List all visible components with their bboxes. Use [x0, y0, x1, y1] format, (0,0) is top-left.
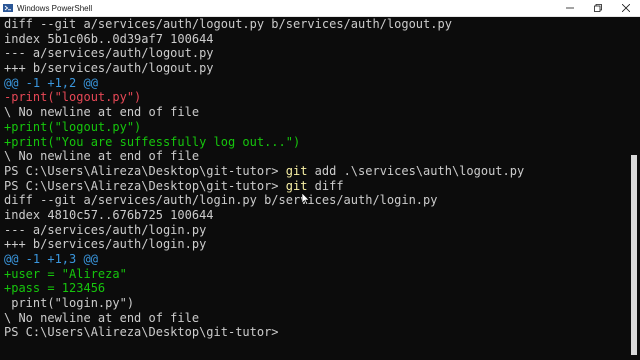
powershell-icon: [3, 3, 13, 13]
minimize-button[interactable]: [556, 0, 584, 16]
terminal-text: +print("You are suffessfully log out..."…: [4, 134, 301, 149]
close-button[interactable]: [612, 0, 640, 16]
terminal-line: +++ b/services/auth/logout.py: [4, 61, 628, 76]
terminal-text: diff --git a/services/auth/logout.py b/s…: [4, 17, 452, 31]
terminal-text: diff: [307, 178, 344, 193]
minimize-icon: [566, 7, 574, 9]
terminal-line: PS C:\Users\Alireza\Desktop\git-tutor> g…: [4, 179, 628, 194]
terminal-line: --- a/services/auth/logout.py: [4, 46, 628, 61]
terminal-text: +++ b/services/auth/logout.py: [4, 61, 214, 76]
terminal-text: git: [285, 178, 308, 193]
terminal-line: +++ b/services/auth/login.py: [4, 237, 628, 252]
close-icon: [622, 4, 630, 12]
terminal-text: print("login.py"): [4, 296, 135, 311]
terminal-text: add .\services\auth\logout.py: [307, 163, 525, 178]
terminal-line: +pass = 123456: [4, 281, 628, 296]
terminal-text: +++ b/services/auth/login.py: [4, 237, 207, 252]
terminal-line: -print("logout.py"): [4, 90, 628, 105]
powershell-window: Windows PowerShell diff --git a/services…: [0, 0, 640, 360]
terminal-line: diff --git a/services/auth/login.py b/se…: [4, 193, 628, 208]
terminal-text: \ No newline at end of file: [4, 105, 200, 120]
terminal-text: +pass = 123456: [4, 281, 106, 296]
terminal-text: diff --git a/services/auth/login.py b/se…: [4, 193, 438, 208]
terminal-line: \ No newline at end of file: [4, 149, 628, 164]
window-controls: [556, 0, 640, 16]
terminal-line: \ No newline at end of file: [4, 105, 628, 120]
window-title: Windows PowerShell: [17, 3, 93, 13]
terminal-line: +user = "Alireza": [4, 267, 628, 282]
terminal-text: +user = "Alireza": [4, 266, 127, 281]
terminal-line: \ No newline at end of file: [4, 311, 628, 326]
terminal-output[interactable]: diff --git a/services/auth/logout.py b/s…: [0, 17, 628, 360]
terminal-line: --- a/services/auth/login.py: [4, 223, 628, 238]
terminal-text: PS C:\Users\Alireza\Desktop\git-tutor>: [4, 325, 279, 340]
restore-icon: [594, 4, 602, 12]
terminal-text: \ No newline at end of file: [4, 310, 200, 325]
terminal-text: @@ -1 +1,2 @@: [4, 75, 98, 90]
title-bar[interactable]: Windows PowerShell: [0, 0, 640, 17]
terminal-line: PS C:\Users\Alireza\Desktop\git-tutor>: [4, 325, 628, 340]
terminal-line: index 4810c57..676b725 100644: [4, 208, 628, 223]
mouse-pointer-icon: [302, 193, 310, 205]
terminal-line: @@ -1 +1,3 @@: [4, 252, 628, 267]
terminal-line: index 5b1c06b..0d39af7 100644: [4, 32, 628, 47]
terminal-text: @@ -1 +1,3 @@: [4, 252, 98, 266]
terminal-text: --- a/services/auth/login.py: [4, 222, 207, 237]
maximize-button[interactable]: [584, 0, 612, 16]
terminal-line: print("login.py"): [4, 296, 628, 311]
terminal-line: diff --git a/services/auth/logout.py b/s…: [4, 17, 628, 32]
terminal-line: PS C:\Users\Alireza\Desktop\git-tutor> g…: [4, 164, 628, 179]
terminal-text: --- a/services/auth/logout.py: [4, 46, 214, 61]
terminal-text: PS C:\Users\Alireza\Desktop\git-tutor>: [4, 163, 286, 178]
terminal-line: +print("You are suffessfully log out..."…: [4, 135, 628, 150]
terminal-text: -print("logout.py"): [4, 90, 142, 105]
terminal-text: index 4810c57..676b725 100644: [4, 207, 214, 222]
terminal-line: @@ -1 +1,2 @@: [4, 76, 628, 91]
terminal-text: PS C:\Users\Alireza\Desktop\git-tutor>: [4, 178, 286, 193]
scrollbar-thumb[interactable]: [631, 155, 637, 355]
vertical-scrollbar[interactable]: [628, 17, 640, 360]
terminal-line: +print("logout.py"): [4, 120, 628, 135]
terminal-text: index 5b1c06b..0d39af7 100644: [4, 31, 214, 46]
terminal-text: \ No newline at end of file: [4, 149, 200, 164]
terminal-text: +print("logout.py"): [4, 119, 142, 134]
terminal-text: git: [285, 163, 308, 178]
